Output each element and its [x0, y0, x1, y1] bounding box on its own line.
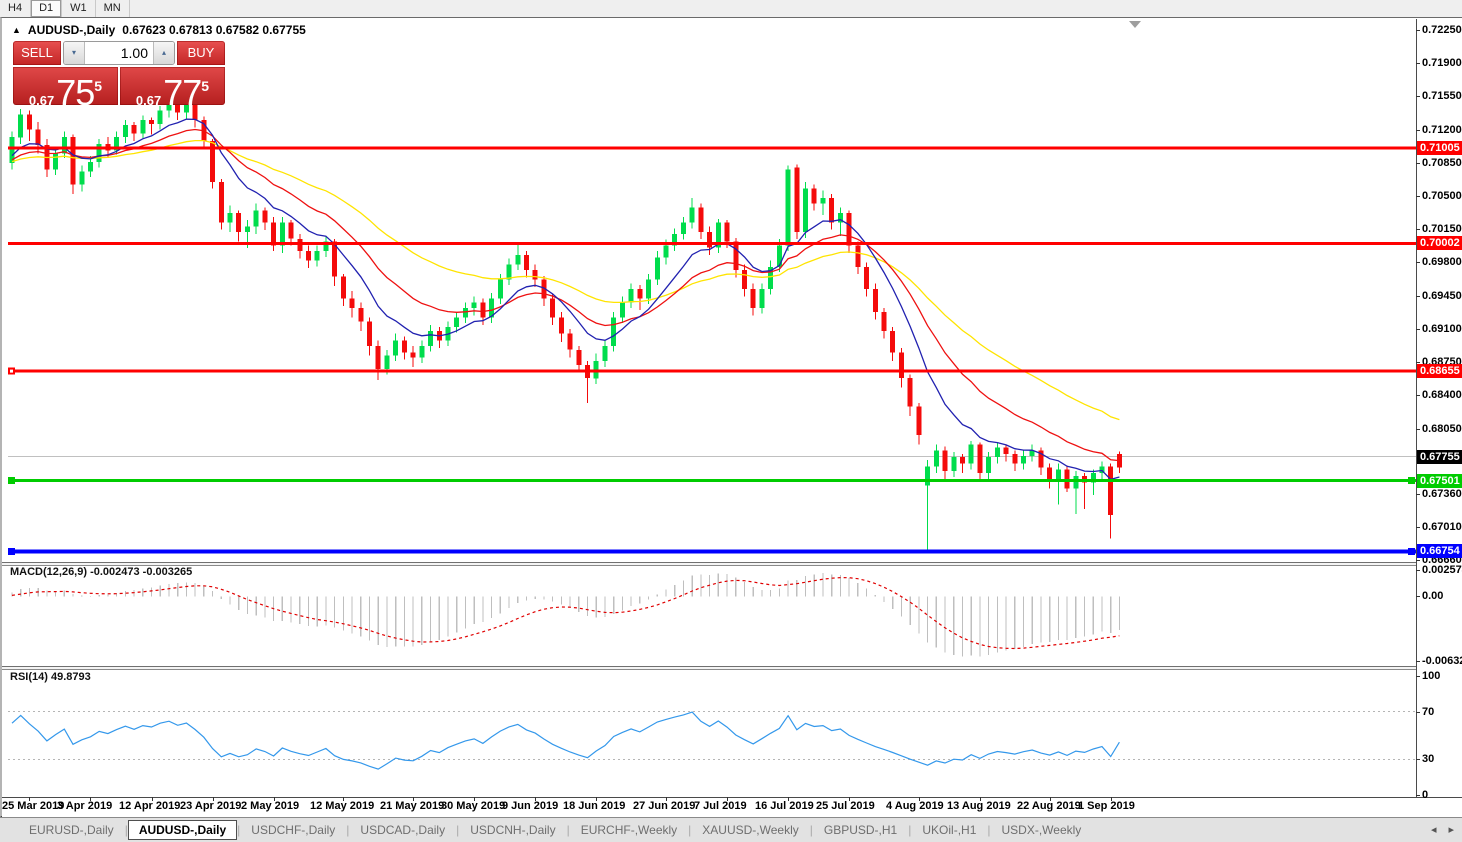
volume-stepper: ▾ ▴ [63, 41, 175, 65]
buy-price-prefix: 0.67 [135, 93, 162, 108]
collapse-panel-icon[interactable]: ▲ [12, 25, 21, 35]
macd-indicator-label: MACD(12,26,9) -0.002473 -0.003265 [10, 566, 193, 578]
chart-shift-marker-icon[interactable] [1129, 21, 1141, 28]
chart-symbol-label: AUDUSD-,Daily [27, 23, 116, 37]
sell-price-big: 75 [56, 72, 95, 113]
volume-input[interactable] [85, 42, 153, 64]
volume-increase-icon[interactable]: ▴ [153, 42, 174, 64]
timeframe-button-w1[interactable]: W1 [62, 0, 96, 17]
chart-ohlc-values: 0.67623 0.67813 0.67582 0.67755 [122, 23, 306, 37]
pane-divider-macd-rsi[interactable] [2, 666, 1416, 670]
tab-eurchf-weekly[interactable]: EURCHF-,Weekly [570, 820, 688, 840]
timeframe-toolbar: H4 D1 W1 MN [0, 0, 1462, 17]
tab-gbpusd-h1[interactable]: GBPUSD-,H1 [813, 820, 908, 840]
buy-price-button[interactable]: 0.67775 [120, 67, 225, 112]
buy-button[interactable]: BUY [177, 41, 225, 65]
timeframe-button-h4[interactable]: H4 [0, 0, 32, 17]
timeframe-button-d1[interactable]: D1 [31, 0, 63, 17]
buy-price-big: 77 [163, 72, 202, 113]
tab-xauusd-weekly[interactable]: XAUUSD-,Weekly [691, 820, 809, 840]
tab-usdx-weekly[interactable]: USDX-,Weekly [991, 820, 1093, 840]
pane-divider-main-macd[interactable] [2, 562, 1416, 566]
sell-price-button[interactable]: 0.67755 [13, 67, 118, 112]
tab-usdcnh-daily[interactable]: USDCNH-,Daily [459, 820, 566, 840]
buy-price-pip: 5 [201, 78, 210, 94]
chart-title: ▲ AUDUSD-,Daily 0.67623 0.67813 0.67582 … [12, 23, 306, 37]
tab-usdchf-daily[interactable]: USDCHF-,Daily [240, 820, 346, 840]
tab-nav: ◂ ▸ [1431, 823, 1454, 836]
tab-usdcad-daily[interactable]: USDCAD-,Daily [349, 820, 456, 840]
tab-eurusd-daily[interactable]: EURUSD-,Daily [18, 820, 125, 840]
sell-price-prefix: 0.67 [28, 93, 55, 108]
chart-tab-bar: EURUSD-,Daily | AUDUSD-,Daily | USDCHF-,Dail… [0, 817, 1462, 842]
timeframe-button-mn[interactable]: MN [96, 0, 130, 17]
volume-decrease-icon[interactable]: ▾ [64, 42, 85, 64]
one-click-trading-panel: SELL ▾ ▴ BUY 0.67755 0.67775 [13, 41, 225, 112]
price-axis[interactable] [1416, 19, 1462, 797]
chart-window [0, 17, 1462, 817]
tab-nav-right-icon[interactable]: ▸ [1448, 823, 1454, 836]
tab-nav-left-icon[interactable]: ◂ [1431, 823, 1437, 836]
tab-ukoil-h1[interactable]: UKOil-,H1 [911, 820, 987, 840]
tab-audusd-daily[interactable]: AUDUSD-,Daily [127, 820, 238, 840]
mt4-window: H4 D1 W1 MN 0.72250 0.71900 0.71550 0.71200 0.7… [0, 0, 1462, 842]
rsi-indicator-label: RSI(14) 49.8793 [10, 671, 91, 683]
sell-button[interactable]: SELL [13, 41, 61, 65]
date-axis[interactable] [2, 797, 1462, 817]
sell-price-pip: 5 [94, 78, 103, 94]
